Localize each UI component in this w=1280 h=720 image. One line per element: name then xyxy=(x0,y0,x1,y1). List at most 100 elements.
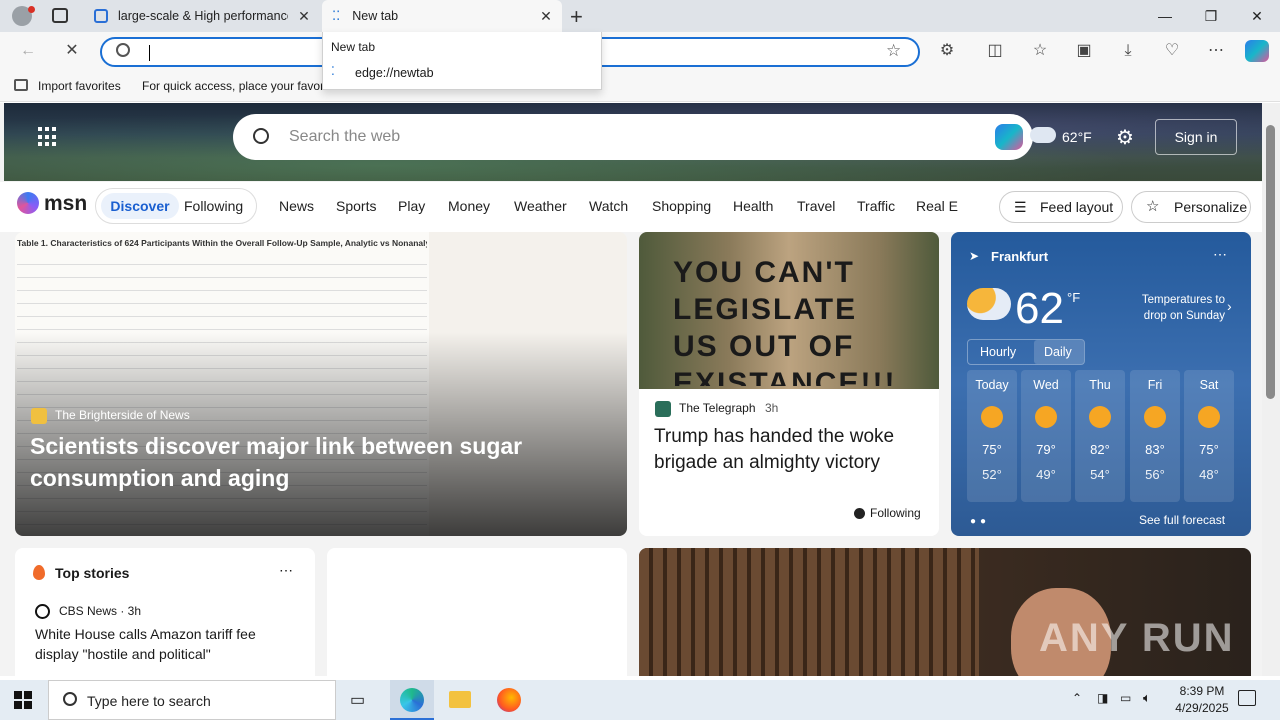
taskbar-search-box[interactable]: Type here to search xyxy=(48,680,336,720)
carousel-dots[interactable]: ●● xyxy=(970,516,990,527)
suggestion-item[interactable]: edge://newtab xyxy=(355,66,434,80)
file-explorer-icon[interactable] xyxy=(449,691,471,708)
edge-logo xyxy=(400,688,424,712)
import-favorites-link[interactable]: Import favorites xyxy=(38,79,121,93)
close-tab-icon[interactable]: ✕ xyxy=(296,8,312,24)
msn-logo[interactable]: msn xyxy=(44,192,87,216)
sign-in-button[interactable]: Sign in xyxy=(1155,119,1237,155)
tab-actions-icon[interactable] xyxy=(52,8,68,23)
msn-search-box[interactable]: Search the web xyxy=(233,114,1033,160)
loading-icon: ⁚⁚ xyxy=(332,8,341,23)
tab-strip: large-scale & High performance ✕ ⁚⁚ New … xyxy=(0,0,1280,32)
sign-in-label: Sign in xyxy=(1174,129,1218,145)
cbs-logo-icon xyxy=(35,604,50,619)
tab-label: New tab xyxy=(352,9,399,23)
msn-search-input[interactable]: Search the web xyxy=(289,128,400,146)
copilot-search-icon[interactable] xyxy=(995,124,1023,150)
taskbar-search-input[interactable]: Type here to search xyxy=(87,693,211,709)
tab-new-tab[interactable]: ⁚⁚ New tab ✕ xyxy=(322,0,562,32)
close-window-button[interactable]: ✕ xyxy=(1234,0,1280,32)
news-card-telegraph[interactable]: YOU CAN'T LEGISLATE US OUT OF EXISTANCE!… xyxy=(639,232,939,536)
check-icon xyxy=(854,508,865,519)
forecast-fri[interactable]: Fri 83° 56° xyxy=(1130,370,1180,502)
split-screen-icon[interactable]: ◫ xyxy=(985,41,1005,61)
sun-cloud-icon xyxy=(1144,406,1166,428)
news-title[interactable]: Trump has handed the woke brigade an alm… xyxy=(654,424,926,476)
clock-time[interactable]: 8:39 PM xyxy=(1173,684,1231,698)
restore-button[interactable]: ❐ xyxy=(1188,0,1234,32)
tab-large-scale[interactable]: large-scale & High performance ✕ xyxy=(84,0,320,32)
favorites-icon[interactable]: ☆ xyxy=(1030,41,1050,61)
close-tab-icon[interactable]: ✕ xyxy=(538,8,554,24)
nav-real-estate[interactable]: Real E xyxy=(916,198,958,214)
nav-travel[interactable]: Travel xyxy=(797,198,835,214)
nav-traffic[interactable]: Traffic xyxy=(857,198,895,214)
scroll-thumb[interactable] xyxy=(1266,125,1275,399)
msn-logo-icon[interactable] xyxy=(17,192,39,214)
hero-title[interactable]: Scientists discover major link between s… xyxy=(30,430,550,494)
weather-city[interactable]: Frankfurt xyxy=(991,249,1048,264)
video-card[interactable]: ANY RUN xyxy=(639,548,1251,676)
collections-icon[interactable]: ▣ xyxy=(1074,41,1094,61)
forecast-wed[interactable]: Wed 79° 49° xyxy=(1021,370,1071,502)
forecast-sat[interactable]: Sat 75° 48° xyxy=(1184,370,1234,502)
see-full-forecast-link[interactable]: See full forecast xyxy=(1139,513,1225,527)
start-button[interactable] xyxy=(14,691,32,709)
tray-display-icon[interactable]: ▭ xyxy=(1120,691,1131,705)
feed-layout-button[interactable]: ☰ Feed layout xyxy=(999,191,1123,223)
notification-center-icon[interactable] xyxy=(1238,690,1256,706)
sun-cloud-icon xyxy=(981,406,1003,428)
downloads-icon[interactable]: ⤓ xyxy=(1118,41,1138,61)
nav-money[interactable]: Money xyxy=(448,198,490,214)
nav-play[interactable]: Play xyxy=(398,198,425,214)
firefox-icon[interactable] xyxy=(497,688,521,712)
toggle-hourly[interactable]: Hourly xyxy=(980,345,1016,359)
nav-sports[interactable]: Sports xyxy=(336,198,376,214)
following-label[interactable]: Following xyxy=(870,506,921,520)
chevron-right-icon[interactable]: › xyxy=(1227,298,1232,314)
hero-article-card[interactable]: Table 1. Characteristics of 624 Particip… xyxy=(15,232,627,536)
performance-icon[interactable]: ♡ xyxy=(1162,41,1182,61)
new-tab-button[interactable]: + xyxy=(570,4,583,30)
stop-icon[interactable]: ✕ xyxy=(62,41,82,61)
more-options-icon[interactable]: ⋯ xyxy=(279,562,293,579)
page-scrollbar[interactable] xyxy=(1262,103,1280,676)
tab-discover[interactable]: Discover xyxy=(101,193,179,219)
favorite-star-icon[interactable]: ☆ xyxy=(886,41,901,61)
favorites-bar: Import favorites For quick access, place… xyxy=(0,70,1280,102)
forecast-high: 75° xyxy=(1199,442,1219,457)
back-icon[interactable]: ← xyxy=(18,41,38,61)
personalize-button[interactable]: ☆ Personalize xyxy=(1131,191,1251,223)
story-title[interactable]: White House calls Amazon tariff fee disp… xyxy=(35,624,295,664)
tab-following-label: Following xyxy=(184,198,244,214)
tab-following[interactable]: Following xyxy=(184,198,243,214)
tray-chevron-icon[interactable]: ⌃ xyxy=(1072,691,1082,705)
sun-icon xyxy=(1035,406,1057,428)
nav-news[interactable]: News xyxy=(279,198,314,214)
nav-weather[interactable]: Weather xyxy=(514,198,567,214)
weather-unit: °F xyxy=(1067,290,1081,305)
tray-volume-icon[interactable]: 🔈︎ xyxy=(1143,690,1151,706)
more-options-icon[interactable]: ⋯ xyxy=(1213,246,1227,263)
tray-network-icon[interactable]: ◨ xyxy=(1097,691,1108,705)
nav-shopping[interactable]: Shopping xyxy=(652,198,711,214)
settings-gear-icon[interactable]: ⚙ xyxy=(1116,125,1134,150)
top-stories-header[interactable]: Top stories xyxy=(55,565,129,581)
task-view-icon[interactable]: ▭ xyxy=(350,690,365,710)
nav-watch[interactable]: Watch xyxy=(589,198,628,214)
hero-weather-temp[interactable]: 62°F xyxy=(1062,129,1092,145)
weather-temp: 62 xyxy=(1015,284,1064,333)
nav-health[interactable]: Health xyxy=(733,198,773,214)
more-menu-icon[interactable]: ⋯ xyxy=(1206,41,1226,61)
tab-label: large-scale & High performance xyxy=(118,9,288,23)
forecast-today[interactable]: Today 75° 52° xyxy=(967,370,1017,502)
apps-grid-icon[interactable] xyxy=(38,127,58,147)
weather-cloud-icon xyxy=(1030,127,1056,143)
forecast-thu[interactable]: Thu 82° 54° xyxy=(1075,370,1125,502)
extensions-icon[interactable]: ⚙ xyxy=(937,41,957,61)
minimize-button[interactable]: — xyxy=(1142,0,1188,32)
top-stories-card: Top stories ⋯ CBS News · 3h White House … xyxy=(15,548,315,676)
toggle-daily[interactable]: Daily xyxy=(1034,340,1084,364)
clock-date[interactable]: 4/29/2025 xyxy=(1166,701,1238,715)
copilot-icon[interactable] xyxy=(1245,40,1269,62)
